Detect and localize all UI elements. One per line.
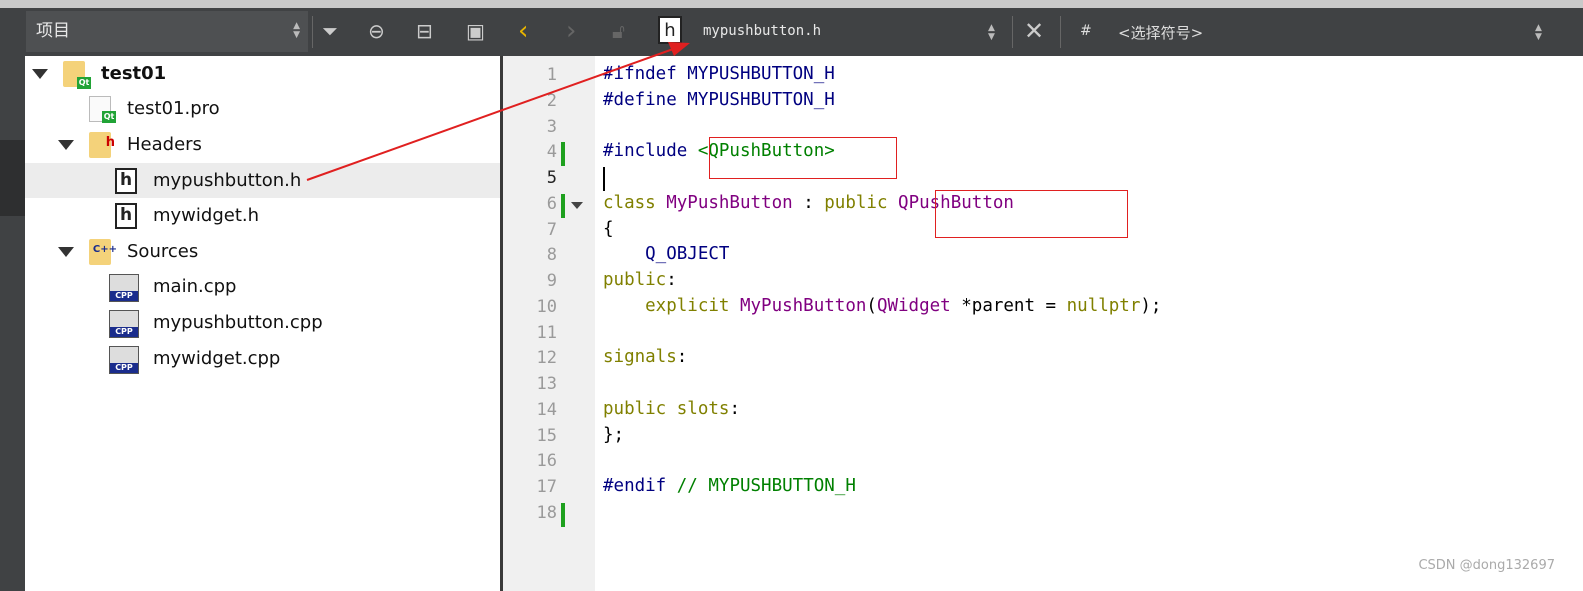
watermark: CSDN @dong132697: [1418, 558, 1555, 573]
annotation-arrow: [306, 42, 690, 181]
